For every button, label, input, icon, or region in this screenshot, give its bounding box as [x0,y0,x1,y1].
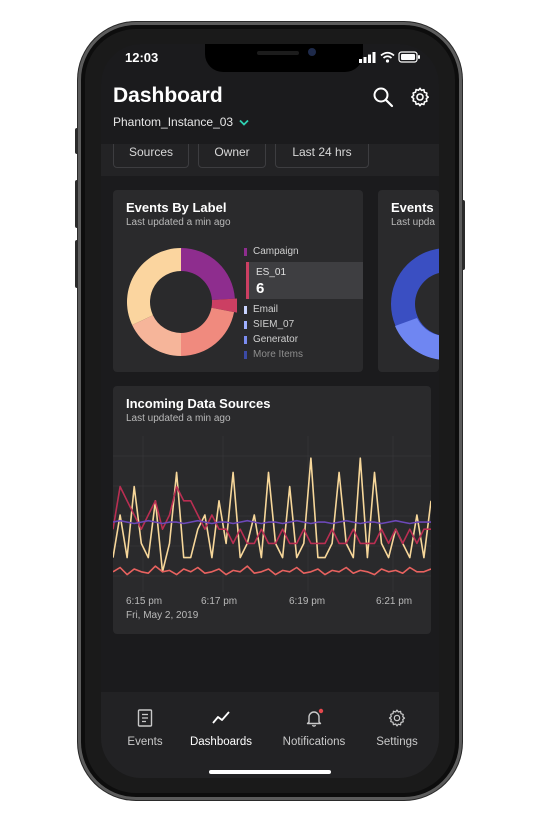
donut-chart-partial [391,248,439,360]
x-tick: 6:15 pm [126,596,163,607]
tab-label: Dashboards [189,736,252,748]
instance-selector[interactable]: Phantom_Instance_03 [113,115,249,129]
legend-label: Campaign [253,246,299,257]
settings-icon [388,709,406,727]
filter-time-range[interactable]: Last 24 hrs [275,144,369,168]
donut-slice [181,307,235,356]
series-line [113,565,431,576]
x-tick: 6:21 pm [376,596,413,607]
filter-owner[interactable]: Owner [198,144,266,168]
app-screen: 12:03 Dashboard Phantom_Instance_03 Sour… [101,44,439,778]
legend-fade [244,361,344,372]
card-updated: Last upda [391,217,435,228]
filter-sources[interactable]: Sources [113,144,189,168]
filter-bar: Sources Owner Last 24 hrs [101,144,439,176]
series-line [113,457,431,573]
legend-label: SIEM_07 [253,319,295,330]
card-updated: Last updated a min ago [126,413,231,424]
tab-label: Events [127,736,163,748]
notch [205,44,363,72]
donut-slice [126,248,181,325]
events-icon [137,709,153,727]
bottom-tab-bar: Events Dashboards Notifications Settings [101,692,439,778]
search-icon[interactable] [372,86,394,108]
tab-events[interactable]: Events [103,708,187,748]
legend-label: More Items [253,349,304,360]
status-time: 12:03 [125,50,159,65]
legend-swatch [244,247,247,256]
tab-notifications[interactable]: Notifications [271,708,357,748]
instance-name: Phantom_Instance_03 [113,115,234,129]
card-updated: Last updated a min ago [126,217,231,228]
front-camera [308,48,316,56]
status-icons [359,51,420,63]
legend-swatch [244,350,247,359]
tab-label: Settings [376,736,418,748]
legend-label: Generator [253,334,299,345]
page-title: Dashboard [113,84,223,107]
tab-dashboards[interactable]: Dashboards [178,708,264,748]
card-title: Events By Label [126,200,227,215]
donut-chart [126,248,237,356]
tab-label: Notifications [282,736,346,748]
notifications-icon [306,708,324,727]
battery-icon [398,51,420,63]
donut-slice [181,248,235,301]
dashboards-icon [212,711,230,724]
legend-swatch [244,335,247,344]
legend-swatch [246,262,249,299]
incoming-data-sources-card[interactable]: Incoming Data Sources Last updated a min… [113,386,431,634]
legend-item-siem[interactable]: SIEM_07 [244,319,294,330]
home-indicator [209,770,331,774]
events-card-second[interactable]: Events Last upda [378,190,439,372]
legend-item-email[interactable]: Email [244,304,278,315]
notification-dot [318,708,324,714]
legend-label: Email [253,304,279,315]
legend-item-generator[interactable]: Generator [244,334,298,345]
wifi-icon [380,51,395,59]
legend-swatch [244,305,247,314]
gear-icon[interactable] [409,86,431,108]
legend-item-campaign[interactable]: Campaign [244,246,299,257]
incoming-line-chart [113,436,431,592]
legend-label: ES_01 [256,267,287,278]
chevron-down-icon [239,119,249,126]
signal-icon [359,52,376,63]
chart-date: Fri, May 2, 2019 [126,610,199,621]
x-tick: 6:17 pm [201,596,238,607]
legend-item-more[interactable]: More Items [244,349,303,360]
legend-swatch [244,320,247,329]
legend-value: 6 [256,280,265,297]
events-by-label-card[interactable]: Events By Label Last updated a min ago C… [113,190,363,372]
speaker [257,51,299,55]
tab-settings[interactable]: Settings [355,708,439,748]
card-title: Incoming Data Sources [126,396,271,411]
x-tick: 6:19 pm [289,596,326,607]
card-title: Events [391,200,434,215]
